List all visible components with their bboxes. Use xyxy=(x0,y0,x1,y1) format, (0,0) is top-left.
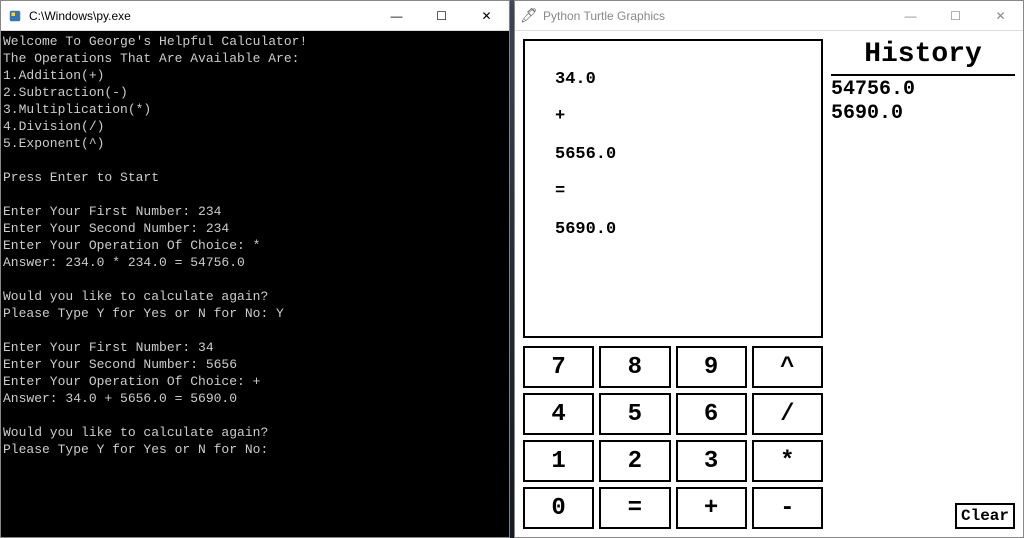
history-title: History xyxy=(831,39,1015,76)
key-9[interactable]: 9 xyxy=(676,346,747,388)
display-line: = xyxy=(555,173,791,210)
minimize-button[interactable]: — xyxy=(888,1,933,30)
key-7[interactable]: 7 xyxy=(523,346,594,388)
turtle-body: 34.0+5656.0=5690.0 789^456/123*0=+- Hist… xyxy=(515,31,1023,537)
console-title: C:\Windows\py.exe xyxy=(29,9,374,23)
turtle-window-controls: — ☐ ✕ xyxy=(888,1,1023,30)
turtle-title: Python Turtle Graphics xyxy=(543,9,888,23)
minimize-button[interactable]: — xyxy=(374,1,419,30)
close-button[interactable]: ✕ xyxy=(978,1,1023,30)
maximize-button[interactable]: ☐ xyxy=(933,1,978,30)
console-titlebar[interactable]: C:\Windows\py.exe — ☐ ✕ xyxy=(1,1,509,31)
calculator-display: 34.0+5656.0=5690.0 xyxy=(523,39,823,338)
key-1[interactable]: 1 xyxy=(523,440,594,482)
display-line: + xyxy=(555,98,791,135)
history-item: 54756.0 xyxy=(831,78,1015,102)
key-/[interactable]: / xyxy=(752,393,823,435)
close-button[interactable]: ✕ xyxy=(464,1,509,30)
calculator-keypad: 789^ 456/ 123* 0=+- xyxy=(523,346,823,529)
key-^[interactable]: ^ xyxy=(752,346,823,388)
key-8[interactable]: 8 xyxy=(599,346,670,388)
turtle-window: 🖊 Python Turtle Graphics — ☐ ✕ 34.0+5656… xyxy=(514,0,1024,538)
key-6[interactable]: 6 xyxy=(676,393,747,435)
history-panel: History 54756.05690.0 Clear xyxy=(831,39,1015,529)
maximize-button[interactable]: ☐ xyxy=(419,1,464,30)
turtle-titlebar[interactable]: 🖊 Python Turtle Graphics — ☐ ✕ xyxy=(515,1,1023,31)
key-4[interactable]: 4 xyxy=(523,393,594,435)
key--[interactable]: - xyxy=(752,487,823,529)
turtle-icon: 🖊 xyxy=(521,8,537,24)
key-2[interactable]: 2 xyxy=(599,440,670,482)
key-0[interactable]: 0 xyxy=(523,487,594,529)
history-list: 54756.05690.0 xyxy=(831,76,1015,503)
key-5[interactable]: 5 xyxy=(599,393,670,435)
clear-button[interactable]: Clear xyxy=(955,503,1015,529)
history-item: 5690.0 xyxy=(831,102,1015,126)
calculator-panel: 34.0+5656.0=5690.0 789^456/123*0=+- xyxy=(523,39,823,529)
console-output[interactable]: Welcome To George's Helpful Calculator! … xyxy=(1,31,509,537)
display-line: 5690.0 xyxy=(555,211,791,248)
display-line: 5656.0 xyxy=(555,136,791,173)
key-3[interactable]: 3 xyxy=(676,440,747,482)
py-icon xyxy=(7,8,23,24)
display-line: 34.0 xyxy=(555,61,791,98)
key-+[interactable]: + xyxy=(676,487,747,529)
key-*[interactable]: * xyxy=(752,440,823,482)
console-window: C:\Windows\py.exe — ☐ ✕ Welcome To Georg… xyxy=(0,0,510,538)
console-window-controls: — ☐ ✕ xyxy=(374,1,509,30)
key-=[interactable]: = xyxy=(599,487,670,529)
